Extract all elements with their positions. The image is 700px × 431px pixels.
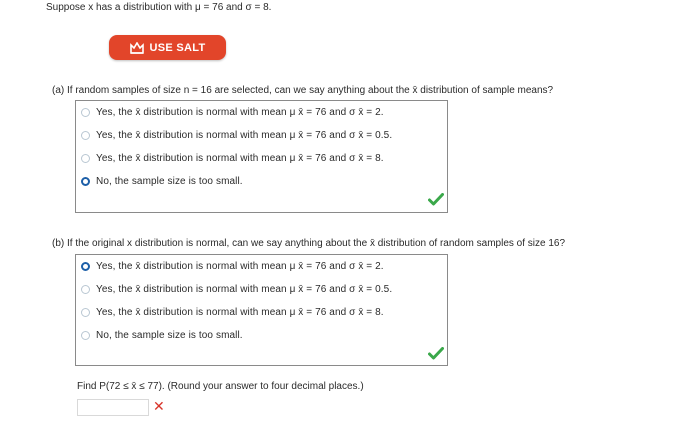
part-a-option-3[interactable]: Yes, the x̄ distribution is normal with … [81,153,384,164]
option-label: Yes, the x̄ distribution is normal with … [96,153,384,164]
part-b-options-box: Yes, the x̄ distribution is normal with … [75,254,448,366]
part-a-option-1[interactable]: Yes, the x̄ distribution is normal with … [81,107,384,118]
probability-answer-input[interactable] [77,399,149,416]
option-label: No, the sample size is too small. [96,330,243,341]
radio-button-selected[interactable] [81,262,90,271]
salt-icon [129,41,144,54]
find-probability-prompt: Find P(72 ≤ x̄ ≤ 77). (Round your answer… [77,381,364,392]
radio-button[interactable] [81,131,90,140]
option-label: No, the sample size is too small. [96,176,243,187]
correct-check-icon [428,347,444,360]
part-b-option-1[interactable]: Yes, the x̄ distribution is normal with … [81,261,384,272]
use-salt-button[interactable]: USE SALT [109,35,226,60]
radio-button[interactable] [81,285,90,294]
option-label: Yes, the x̄ distribution is normal with … [96,130,393,141]
radio-button[interactable] [81,154,90,163]
problem-prompt: Suppose x has a distribution with μ = 76… [46,2,272,13]
part-b-option-3[interactable]: Yes, the x̄ distribution is normal with … [81,307,384,318]
part-a-question: (a) If random samples of size n = 16 are… [52,85,554,96]
radio-button[interactable] [81,331,90,340]
part-a-options-box: Yes, the x̄ distribution is normal with … [75,100,448,213]
radio-button-selected[interactable] [81,177,90,186]
incorrect-x-icon: ✕ [153,398,165,414]
option-label: Yes, the x̄ distribution is normal with … [96,307,384,318]
use-salt-label: USE SALT [149,41,206,54]
radio-button[interactable] [81,108,90,117]
part-a-option-4[interactable]: No, the sample size is too small. [81,176,243,187]
option-label: Yes, the x̄ distribution is normal with … [96,107,384,118]
part-b-question: (b) If the original x distribution is no… [52,238,566,249]
part-a-option-2[interactable]: Yes, the x̄ distribution is normal with … [81,130,392,141]
option-label: Yes, the x̄ distribution is normal with … [96,284,393,295]
correct-check-icon [428,193,444,206]
part-b-option-2[interactable]: Yes, the x̄ distribution is normal with … [81,284,392,295]
radio-button[interactable] [81,308,90,317]
part-b-option-4[interactable]: No, the sample size is too small. [81,330,243,341]
option-label: Yes, the x̄ distribution is normal with … [96,261,384,272]
